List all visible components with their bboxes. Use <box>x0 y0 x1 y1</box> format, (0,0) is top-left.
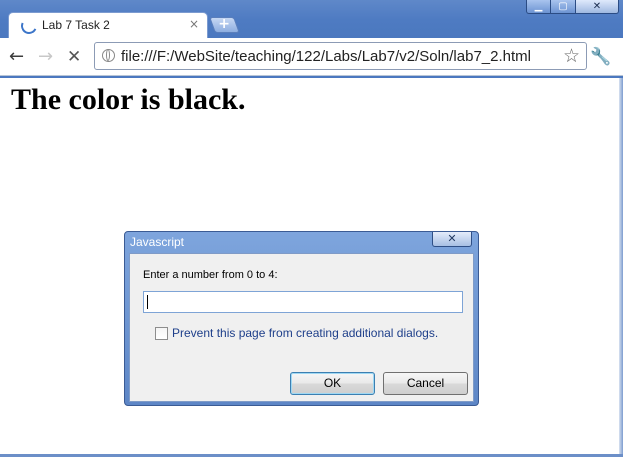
browser-chrome: ▁ ▢ ✕ Lab 7 Task 2 × + ← → ✕ file:///F:/… <box>0 0 623 78</box>
maximize-button[interactable]: ▢ <box>551 0 576 14</box>
back-arrow-icon[interactable]: ← <box>9 47 24 67</box>
dialog-body: Enter a number from 0 to 4: Prevent this… <box>129 253 474 402</box>
ok-button[interactable]: OK <box>290 372 375 395</box>
window-close-button[interactable]: ✕ <box>576 0 619 14</box>
toolbar: ← → ✕ file:///F:/WebSite/teaching/122/La… <box>0 38 623 76</box>
cancel-button[interactable]: Cancel <box>383 372 468 395</box>
wrench-icon[interactable]: 🔧 <box>590 47 611 67</box>
page-heading: The color is black. <box>11 83 246 116</box>
javascript-prompt-dialog: Javascript ✕ Enter a number from 0 to 4:… <box>124 231 479 406</box>
bookmark-star-icon[interactable]: ☆ <box>563 45 580 67</box>
prevent-dialogs-checkbox[interactable] <box>155 327 168 340</box>
dialog-close-button[interactable]: ✕ <box>432 232 472 247</box>
new-tab-button[interactable]: + <box>209 16 240 33</box>
tab-title: Lab 7 Task 2 <box>42 18 110 32</box>
address-bar[interactable]: file:///F:/WebSite/teaching/122/Labs/Lab… <box>94 42 587 70</box>
tab-lab7-task2[interactable]: Lab 7 Task 2 × <box>8 12 208 38</box>
loading-spinner-icon <box>18 15 40 37</box>
globe-icon <box>102 49 115 62</box>
minimize-button[interactable]: ▁ <box>526 0 551 14</box>
prevent-dialogs-label[interactable]: Prevent this page from creating addition… <box>172 326 438 340</box>
prompt-label: Enter a number from 0 to 4: <box>143 269 278 281</box>
text-caret <box>147 295 148 309</box>
prompt-input[interactable] <box>143 291 463 313</box>
window-right-border <box>619 78 623 457</box>
plus-icon: + <box>218 16 230 32</box>
stop-icon[interactable]: ✕ <box>67 47 81 67</box>
url-text[interactable]: file:///F:/WebSite/teaching/122/Labs/Lab… <box>121 48 531 65</box>
dialog-title: Javascript <box>130 235 185 249</box>
window-controls: ▁ ▢ ✕ <box>526 0 619 15</box>
tab-close-icon[interactable]: × <box>189 17 199 31</box>
forward-arrow-icon[interactable]: → <box>38 47 53 67</box>
